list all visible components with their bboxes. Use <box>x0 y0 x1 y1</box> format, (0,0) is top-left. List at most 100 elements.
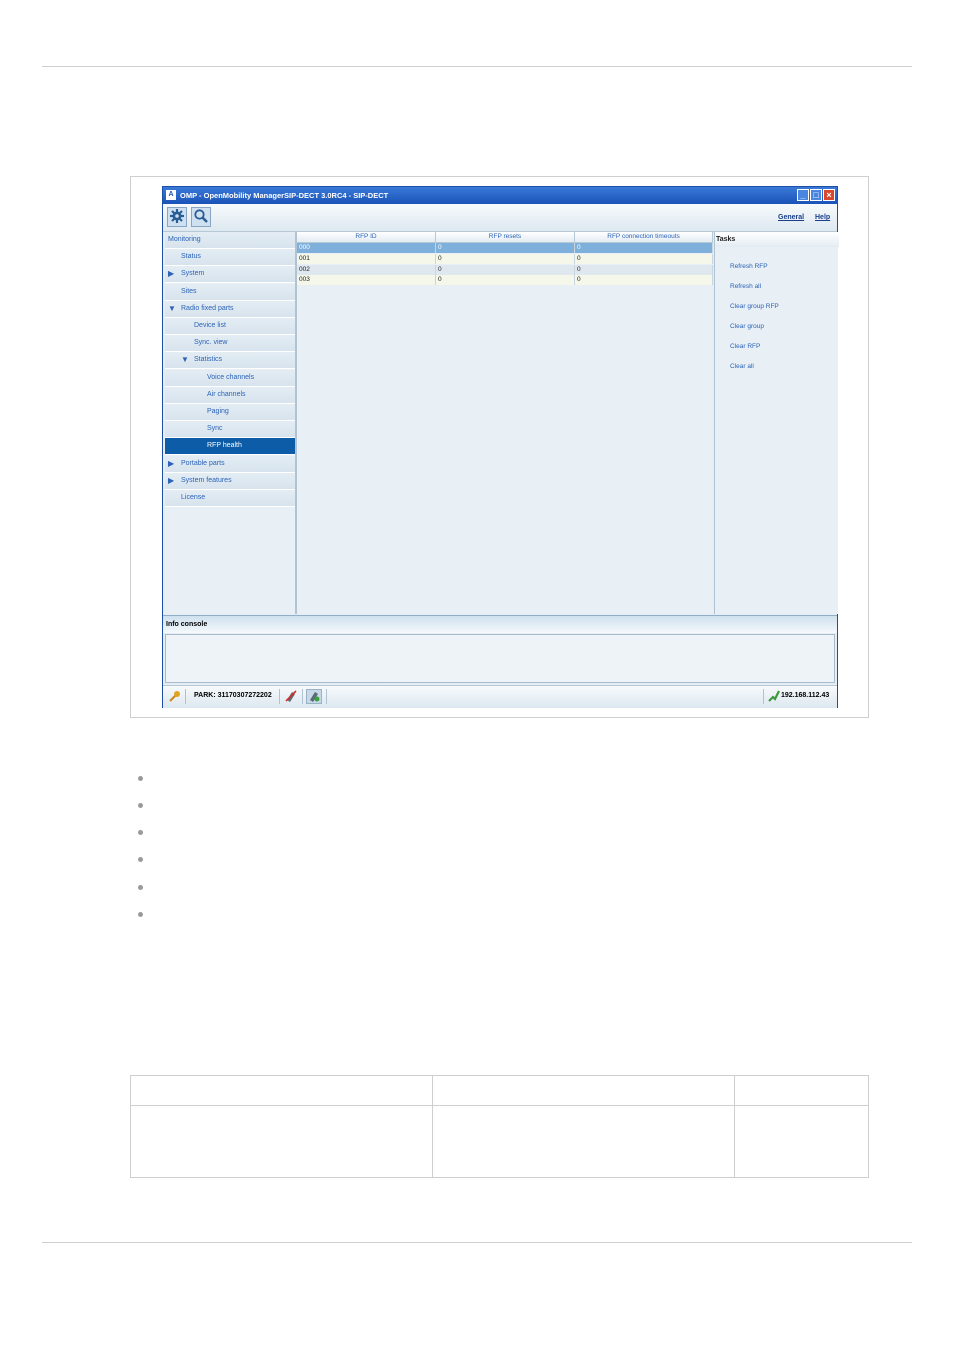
network-connected-icon <box>768 690 780 704</box>
nav-item-label: Status <box>181 253 201 261</box>
task-clear-rfp[interactable]: Clear RFP <box>730 343 760 350</box>
ip-address: 192.168.112.43 <box>781 692 830 699</box>
window-title: OMP - OpenMobility ManagerSIP-DECT 3.0RC… <box>180 191 389 200</box>
expanded-arrow-icon[interactable]: ▼ <box>181 352 189 368</box>
table-row[interactable]: 000 0 0 <box>297 243 713 253</box>
table-cell <box>432 1075 735 1106</box>
table-cell: 0 <box>575 243 713 253</box>
task-refresh-rfp[interactable]: Refresh RFP <box>730 263 768 270</box>
info-console-title: Info console <box>166 621 208 628</box>
toolbar: General Help <box>163 204 837 232</box>
nav-item-sync[interactable]: Sync <box>165 421 295 439</box>
nav-item-status[interactable]: Status <box>165 249 295 267</box>
nav-item-label: Sites <box>181 287 197 295</box>
table-cell: 0 <box>575 253 713 264</box>
collapsed-arrow-icon[interactable]: ▶ <box>168 473 174 489</box>
navigation-tree: Monitoring Status ▶ System Sites ▼ Radio fixed… <box>165 232 297 614</box>
search-icon[interactable] <box>191 207 211 227</box>
status-separator <box>279 689 280 704</box>
column-header-rfp-timeouts[interactable]: RFP connection timeouts <box>575 232 713 242</box>
bullet-point <box>138 912 143 917</box>
bullet-point <box>138 885 143 890</box>
table-cell: 000 <box>297 243 436 253</box>
table-cell: 0 <box>575 264 713 275</box>
table-cell: 003 <box>297 275 436 286</box>
column-header-rfp-resets[interactable]: RFP resets <box>436 232 575 242</box>
table-cell <box>734 1105 869 1178</box>
nav-item-license[interactable]: License <box>165 490 295 507</box>
table-cell: 0 <box>436 243 575 253</box>
nav-item-air-channels[interactable]: Air channels <box>165 386 295 404</box>
column-header-rfp-id[interactable]: RFP ID <box>297 232 436 242</box>
table-row[interactable]: 002 0 0 <box>297 264 713 275</box>
bullet-point <box>138 857 143 862</box>
nav-item-portable-parts[interactable]: ▶ Portable parts <box>165 455 295 473</box>
table-cell: 0 <box>436 253 575 264</box>
table-cell <box>734 1075 869 1106</box>
task-clear-group[interactable]: Clear group <box>730 323 764 330</box>
nav-item-label: System <box>181 270 205 278</box>
menu-help[interactable]: Help <box>815 214 830 221</box>
nav-item-label: Sync <box>207 425 223 433</box>
nav-item-label: Monitoring <box>168 236 201 243</box>
page-top-rule <box>42 66 912 67</box>
table-cell: 001 <box>297 253 436 264</box>
nav-item-label: Voice channels <box>207 373 255 381</box>
nav-item-radio-fixed-parts[interactable]: ▼ Radio fixed parts <box>165 300 295 318</box>
status-separator <box>763 689 764 704</box>
status-separator <box>302 689 303 704</box>
table-row[interactable]: 001 0 0 <box>297 253 713 264</box>
maximize-button[interactable]: □ <box>810 189 822 201</box>
nav-item-label: Sync. view <box>194 339 228 347</box>
nav-item-label: Statistics <box>194 356 223 364</box>
menu-general[interactable]: General <box>778 214 804 221</box>
nav-item-device-list[interactable]: Device list <box>165 318 295 335</box>
nav-item-paging[interactable]: Paging <box>165 404 295 421</box>
status-separator <box>185 689 186 704</box>
nav-item-voice-channels[interactable]: Voice channels <box>165 369 295 387</box>
expanded-arrow-icon[interactable]: ▼ <box>168 301 176 317</box>
omp-window: A OMP - OpenMobility ManagerSIP-DECT 3.0… <box>162 186 839 708</box>
connect-icon[interactable] <box>306 689 322 704</box>
nav-item-monitoring[interactable]: Monitoring <box>165 232 295 249</box>
park-label: PARK: 31170307272202 <box>194 692 272 699</box>
table-cell <box>130 1075 433 1106</box>
nav-item-label: System features <box>181 476 232 484</box>
nav-item-system-features[interactable]: ▶ System features <box>165 472 295 490</box>
task-clear-group-rfp[interactable]: Clear group RFP <box>730 303 779 310</box>
info-console-bar[interactable]: Info console <box>163 615 837 633</box>
nav-item-label: RFP health <box>207 442 242 450</box>
nav-item-statistics[interactable]: ▼ Statistics <box>165 352 295 370</box>
nav-item-sync-view[interactable]: Sync. view <box>165 335 295 353</box>
collapsed-arrow-icon[interactable]: ▶ <box>168 456 174 472</box>
table-row[interactable]: 003 0 0 <box>297 275 713 286</box>
minimize-button[interactable]: _ <box>797 189 809 201</box>
nav-item-label: Device list <box>194 322 226 329</box>
nav-item-system[interactable]: ▶ System <box>165 266 295 284</box>
disconnect-icon[interactable] <box>284 689 298 705</box>
page-bottom-rule <box>42 1242 912 1243</box>
table-cell: 0 <box>436 264 575 275</box>
window-titlebar[interactable]: A OMP - OpenMobility ManagerSIP-DECT 3.0… <box>163 187 837 204</box>
collapsed-arrow-icon[interactable]: ▶ <box>168 266 174 282</box>
app-icon: A <box>166 190 176 200</box>
nav-item-rfp-health[interactable]: RFP health <box>165 438 295 456</box>
gear-icon[interactable] <box>167 207 187 227</box>
nav-item-label: Paging <box>207 408 229 415</box>
task-clear-all[interactable]: Clear all <box>730 363 754 370</box>
close-button[interactable]: × <box>823 189 835 201</box>
gear-icon-graphic <box>170 209 184 223</box>
nav-item-label: Air channels <box>207 390 246 398</box>
status-bar: PARK: 31170307272202 192.168.112.43 <box>163 685 837 708</box>
tasks-panel: Tasks Refresh RFP Refresh all Clear group … <box>714 232 839 614</box>
rfp-health-table: RFP ID RFP resets RFP connection timeout… <box>297 232 713 614</box>
bullet-point <box>138 830 143 835</box>
document-table <box>130 1075 869 1178</box>
nav-item-sites[interactable]: Sites <box>165 283 295 301</box>
table-cell <box>432 1105 735 1178</box>
nav-item-label: Portable parts <box>181 459 225 467</box>
bullet-point <box>138 776 143 781</box>
table-cell: 002 <box>297 264 436 275</box>
status-separator <box>326 689 327 704</box>
task-refresh-all[interactable]: Refresh all <box>730 283 761 290</box>
